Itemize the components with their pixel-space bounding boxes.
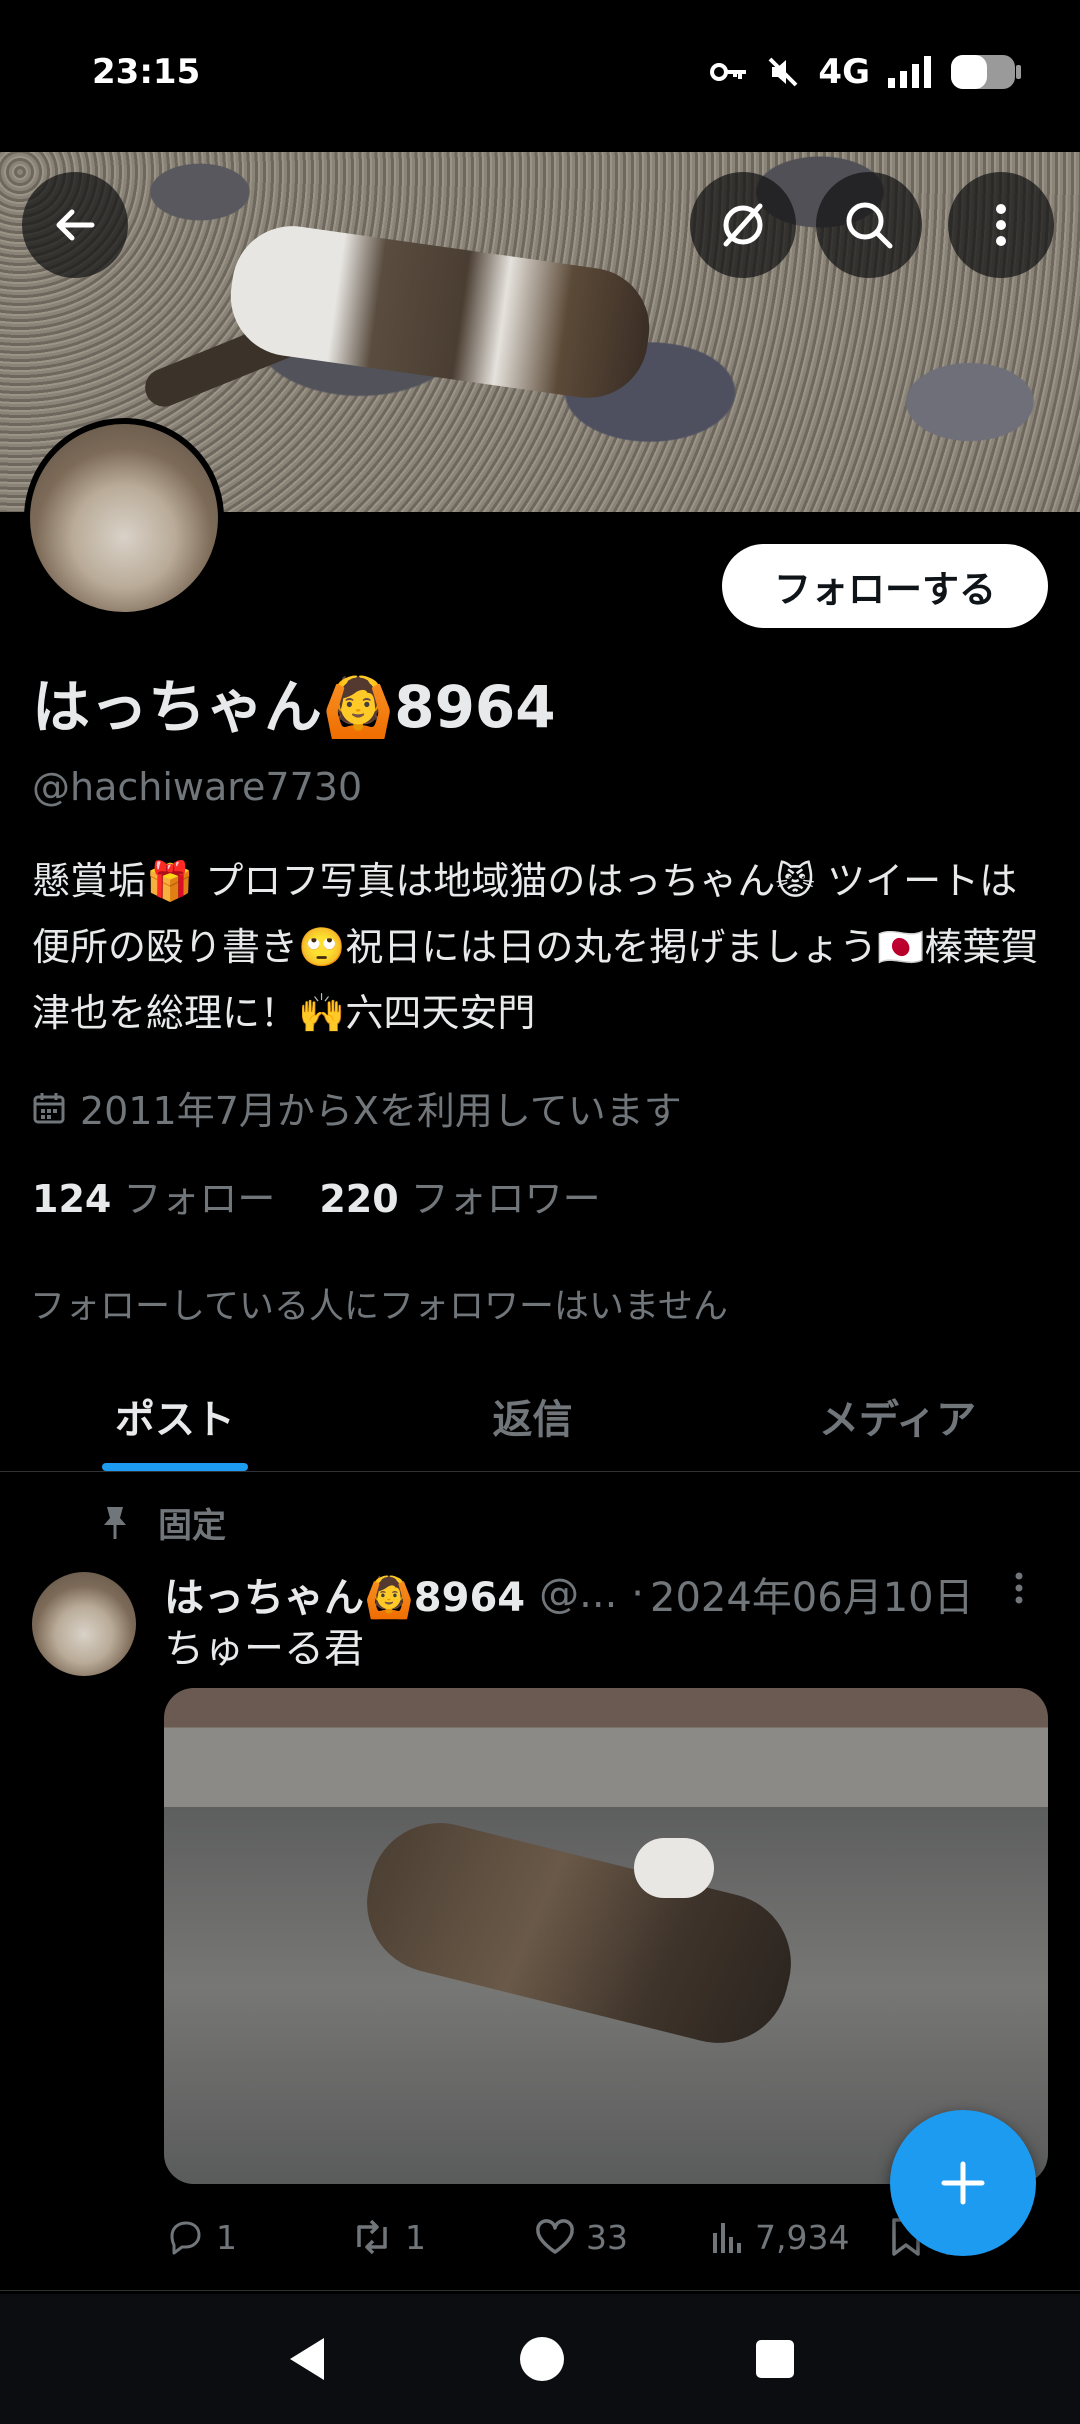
status-bar: 23:15 4G: [0, 0, 1080, 152]
nav-back-icon[interactable]: [284, 2334, 330, 2384]
more-button[interactable]: [948, 172, 1054, 278]
grok-toggle-button[interactable]: [690, 172, 796, 278]
post-media[interactable]: [164, 1688, 1048, 2184]
post-avatar[interactable]: [32, 1572, 136, 1676]
pinned-text: 固定: [158, 1506, 226, 1546]
tab-posts[interactable]: ポスト: [0, 1360, 350, 1471]
compose-button[interactable]: [890, 2110, 1036, 2256]
mute-icon: [769, 57, 798, 87]
joined-text: 2011年7月からXを利用しています: [80, 1089, 682, 1133]
profile-handle: @hachiware7730: [32, 765, 363, 809]
media-cat-paw: [634, 1838, 714, 1898]
followers-link[interactable]: 220 フォロワー: [319, 1168, 600, 1223]
pin-icon: [104, 1506, 126, 1539]
following-count: 124: [32, 1177, 112, 1221]
profile-avatar[interactable]: [24, 418, 224, 618]
tab-media[interactable]: メディア: [715, 1360, 1080, 1471]
vpn-key-icon: [710, 63, 747, 81]
follow-button[interactable]: フォローする: [722, 544, 1048, 628]
no-grok-icon: [723, 203, 763, 247]
system-nav-bar: [0, 2294, 1080, 2424]
search-button[interactable]: [816, 172, 922, 278]
views-icon: [713, 2223, 741, 2253]
bottom-divider: [0, 2290, 1080, 2291]
like-button[interactable]: 33: [534, 2218, 709, 2257]
views-button[interactable]: 7,934: [709, 2218, 889, 2257]
repost-icon: [357, 2219, 387, 2255]
profile-display-name: はっちゃん🙆8964: [32, 673, 556, 741]
following-link[interactable]: 124 フォロー: [32, 1168, 275, 1223]
calendar-icon: [33, 1092, 65, 1123]
post-date[interactable]: 2024年06月10日: [650, 1565, 974, 1623]
following-label: フォロー: [123, 1177, 276, 1221]
post-separator: ·: [631, 1571, 645, 1617]
reply-count: 1: [216, 2217, 237, 2257]
post-text: ちゅーる君: [164, 1626, 364, 1672]
post-handle[interactable]: @...: [539, 1571, 617, 1617]
nav-home-icon[interactable]: [518, 2335, 566, 2383]
profile-bio: 懸賞垢🎁 プロフ写真は地域猫のはっちゃん😾 ツイートは便所の殴り書き🙄祝日には日…: [32, 859, 1039, 1035]
tab-replies[interactable]: 返信: [350, 1360, 715, 1471]
post-header: はっちゃん🙆8964 @... · 2024年06月10日: [164, 1565, 1044, 1623]
joined-date: 2011年7月からXを利用しています: [32, 1080, 682, 1135]
more-vertical-icon: [996, 204, 1006, 246]
like-icon: [536, 2219, 574, 2254]
post-author[interactable]: はっちゃん🙆8964: [164, 1565, 525, 1623]
repost-count: 1: [405, 2217, 426, 2257]
reply-icon: [170, 2221, 201, 2255]
no-mutual-followers: フォローしている人にフォロワーはいません: [30, 1287, 728, 1327]
network-type: 4G: [818, 52, 870, 92]
like-count: 33: [586, 2217, 628, 2257]
battery-icon: [951, 55, 1021, 89]
followers-label: フォロワー: [410, 1177, 601, 1221]
status-icons: 4G: [710, 52, 1022, 92]
media-cat: [352, 1808, 806, 2058]
back-button[interactable]: [22, 172, 128, 278]
profile-tabs: ポスト 返信 メディア: [0, 1360, 1080, 1472]
back-arrow-icon: [56, 209, 95, 241]
nav-recents-icon[interactable]: [754, 2338, 796, 2380]
more-vertical-icon: [1015, 1572, 1023, 1604]
follow-counts: 124 フォロー 220 フォロワー: [32, 1168, 601, 1223]
followers-count: 220: [319, 1177, 399, 1221]
reply-button[interactable]: 1: [164, 2216, 349, 2258]
post-more-button[interactable]: [1012, 1570, 1026, 1616]
views-count: 7,934: [755, 2217, 850, 2257]
signal-icon: [888, 56, 931, 88]
plus-icon: [941, 2161, 985, 2205]
repost-button[interactable]: 1: [349, 2217, 534, 2257]
status-time: 23:15: [92, 52, 201, 92]
pinned-label: 固定: [100, 1498, 226, 1547]
search-icon: [846, 202, 893, 249]
banner-cat: [222, 218, 658, 406]
